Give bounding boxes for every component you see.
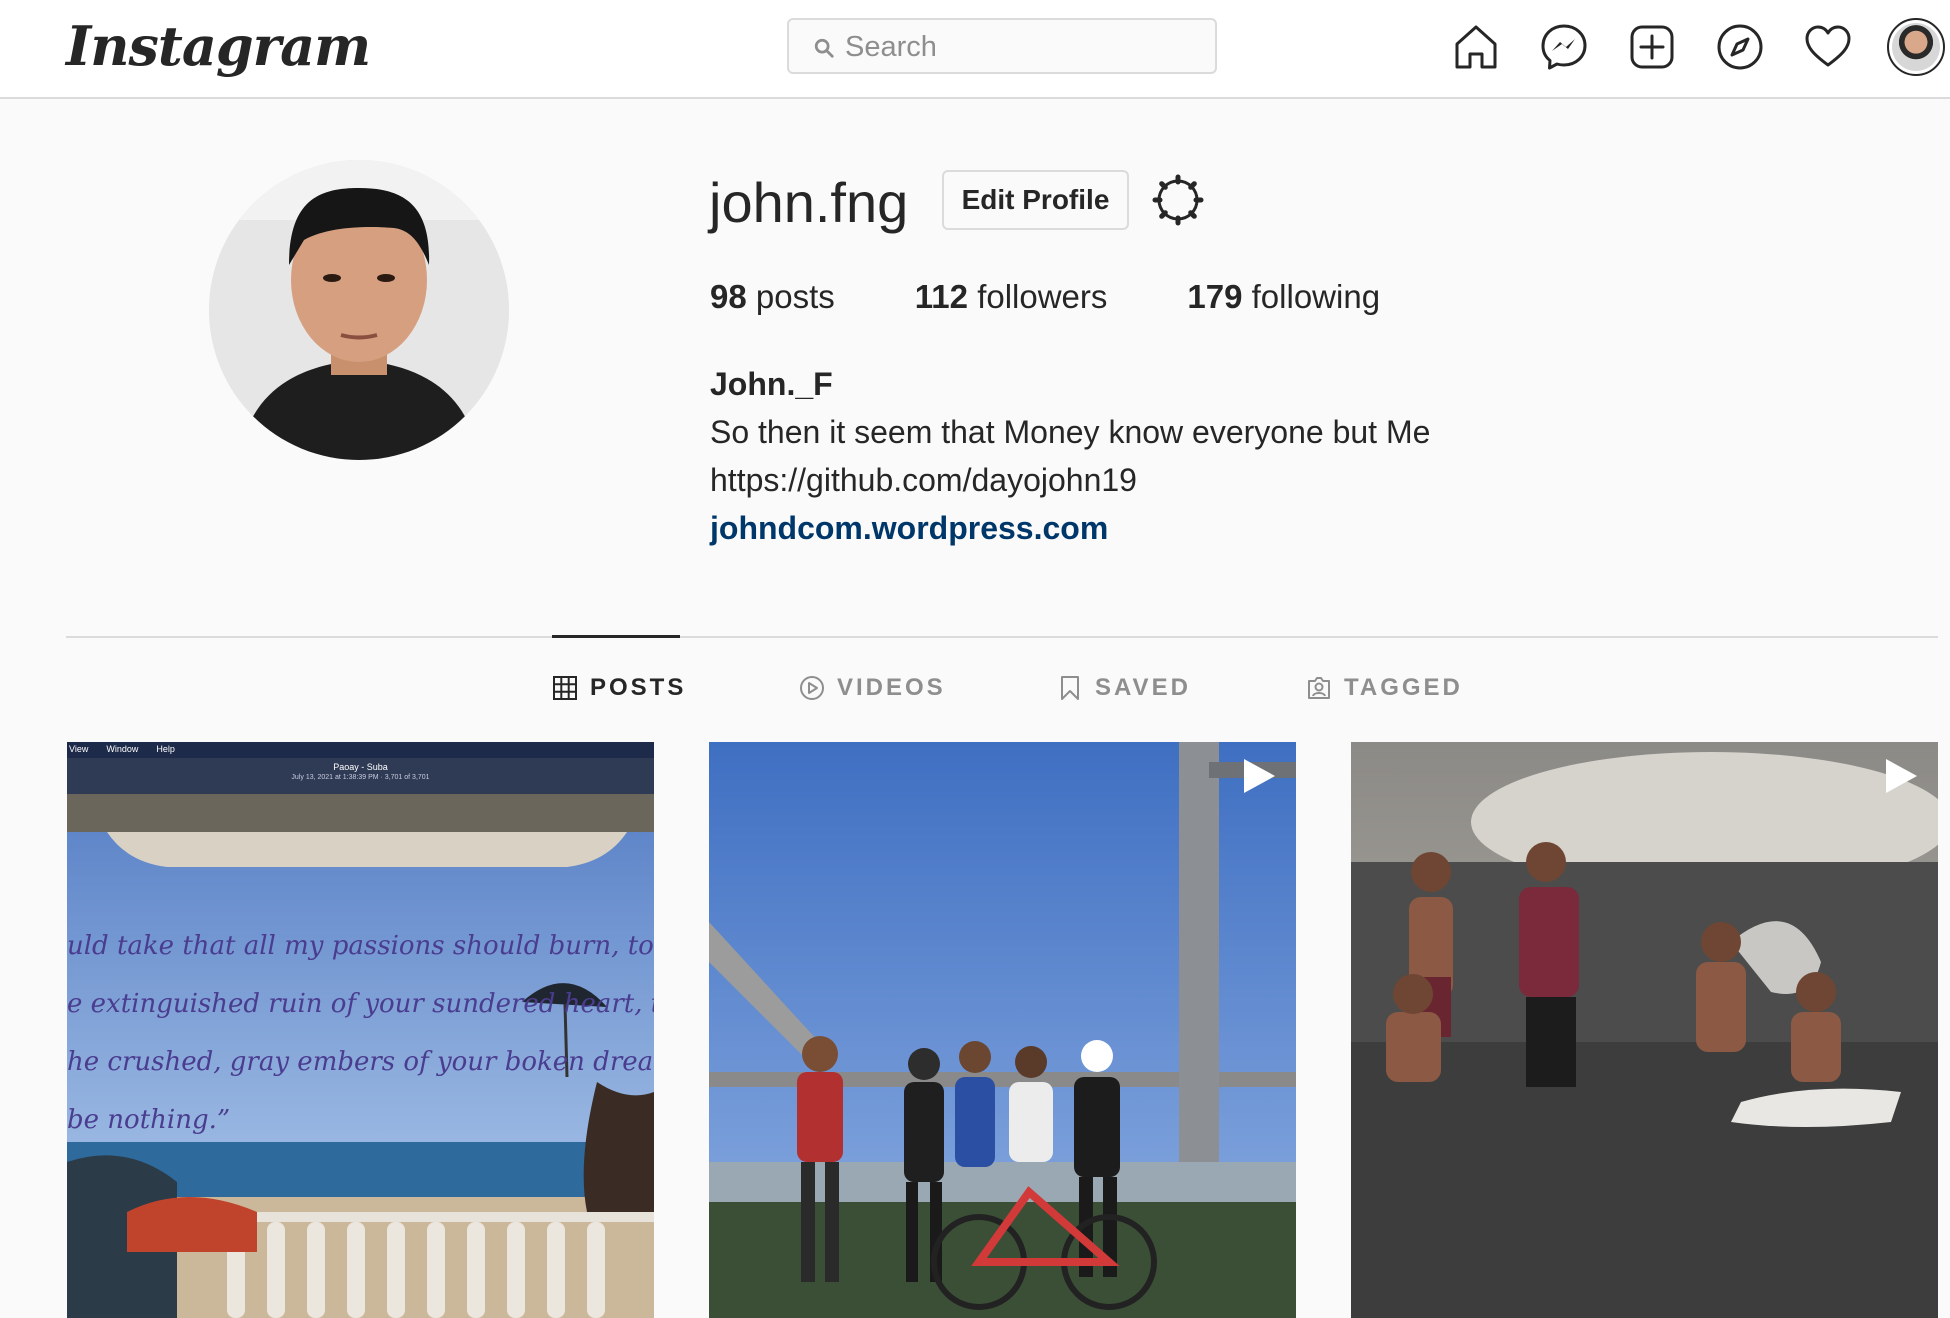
activity-heart-icon[interactable] <box>1803 22 1853 72</box>
tab-divider <box>66 636 1938 638</box>
quote-line: e extinguished ruin of your sundered hea… <box>67 989 654 1019</box>
profile-full-name: John._F <box>710 366 833 402</box>
active-tab-indicator <box>552 635 680 638</box>
search-input[interactable] <box>845 28 1195 66</box>
post-image <box>709 742 1296 1318</box>
photo-title: Paoay - Suba <box>333 762 388 772</box>
profile-bio-text: So then it seem that Money know everyone… <box>710 414 1431 450</box>
post-quote-text: uld take that all my passions should bur… <box>67 917 654 1149</box>
post-image <box>1351 742 1938 1318</box>
search-icon <box>814 38 834 58</box>
profile-photo <box>209 160 509 460</box>
bookmark-icon <box>1061 676 1079 700</box>
video-indicator-icon <box>1886 759 1917 793</box>
post-thumbnail[interactable] <box>1351 742 1938 1318</box>
profile-username: john.fng <box>709 171 909 234</box>
top-navigation-bar: Instagram <box>0 0 1950 99</box>
video-indicator-icon <box>1244 759 1275 793</box>
posts-count-label: posts <box>755 278 835 315</box>
tab-posts[interactable]: POSTS <box>552 674 686 702</box>
explore-icon[interactable] <box>1715 22 1765 72</box>
following-count-label: following <box>1251 278 1381 315</box>
home-icon[interactable] <box>1451 22 1501 72</box>
tab-saved-label: SAVED <box>1095 674 1191 701</box>
grid-icon <box>553 676 577 700</box>
menu-item-help: Help <box>156 744 175 754</box>
instagram-logo[interactable]: Instagram <box>66 14 371 78</box>
quote-line: uld take that all my passions should bur… <box>67 931 654 961</box>
quote-line: be nothing.” <box>67 1105 231 1135</box>
profile-stats: 98 posts 112 followers 179 following <box>710 278 1460 316</box>
following-count-value: 179 <box>1187 278 1243 315</box>
tab-tagged-label: TAGGED <box>1344 674 1463 701</box>
tab-videos-label: VIDEOS <box>837 674 946 701</box>
profile-picture[interactable] <box>209 160 509 460</box>
followers-count-label: followers <box>977 278 1108 315</box>
edit-profile-button[interactable]: Edit Profile <box>942 170 1129 230</box>
tab-tagged[interactable]: TAGGED <box>1306 674 1463 702</box>
settings-gear-icon[interactable] <box>1150 172 1206 228</box>
messenger-icon[interactable] <box>1539 22 1589 72</box>
post-thumbnail[interactable]: View Window Help Paoay - Suba July 13, 2… <box>67 742 654 1318</box>
new-post-icon[interactable] <box>1627 22 1677 72</box>
profile-bio-url: https://github.com/dayojohn19 <box>710 462 1137 498</box>
tab-videos[interactable]: VIDEOS <box>799 674 946 702</box>
followers-count[interactable]: 112 followers <box>915 278 1108 316</box>
menu-item-view: View <box>69 744 89 754</box>
photo-menubar: View Window Help <box>67 744 654 758</box>
video-play-icon <box>800 676 824 700</box>
posts-count: 98 posts <box>710 278 835 316</box>
posts-count-value: 98 <box>710 278 747 315</box>
photo-meta: July 13, 2021 at 1:38:39 PM · 3,701 of 3… <box>291 774 430 781</box>
post-thumbnail[interactable] <box>709 742 1296 1318</box>
tab-saved[interactable]: SAVED <box>1057 674 1191 702</box>
following-count[interactable]: 179 following <box>1187 278 1380 316</box>
profile-bio: John._F So then it seem that Money know … <box>710 360 1430 552</box>
tagged-user-icon <box>1308 677 1330 699</box>
profile-website-link[interactable]: johndcom.wordpress.com <box>710 504 1430 552</box>
search-box[interactable] <box>787 18 1217 74</box>
menu-item-window: Window <box>106 744 139 754</box>
quote-line: he crushed, gray embers of your boken dr… <box>67 1047 654 1077</box>
tab-posts-label: POSTS <box>590 674 687 701</box>
profile-avatar[interactable] <box>1887 18 1945 76</box>
followers-count-value: 112 <box>914 278 969 315</box>
